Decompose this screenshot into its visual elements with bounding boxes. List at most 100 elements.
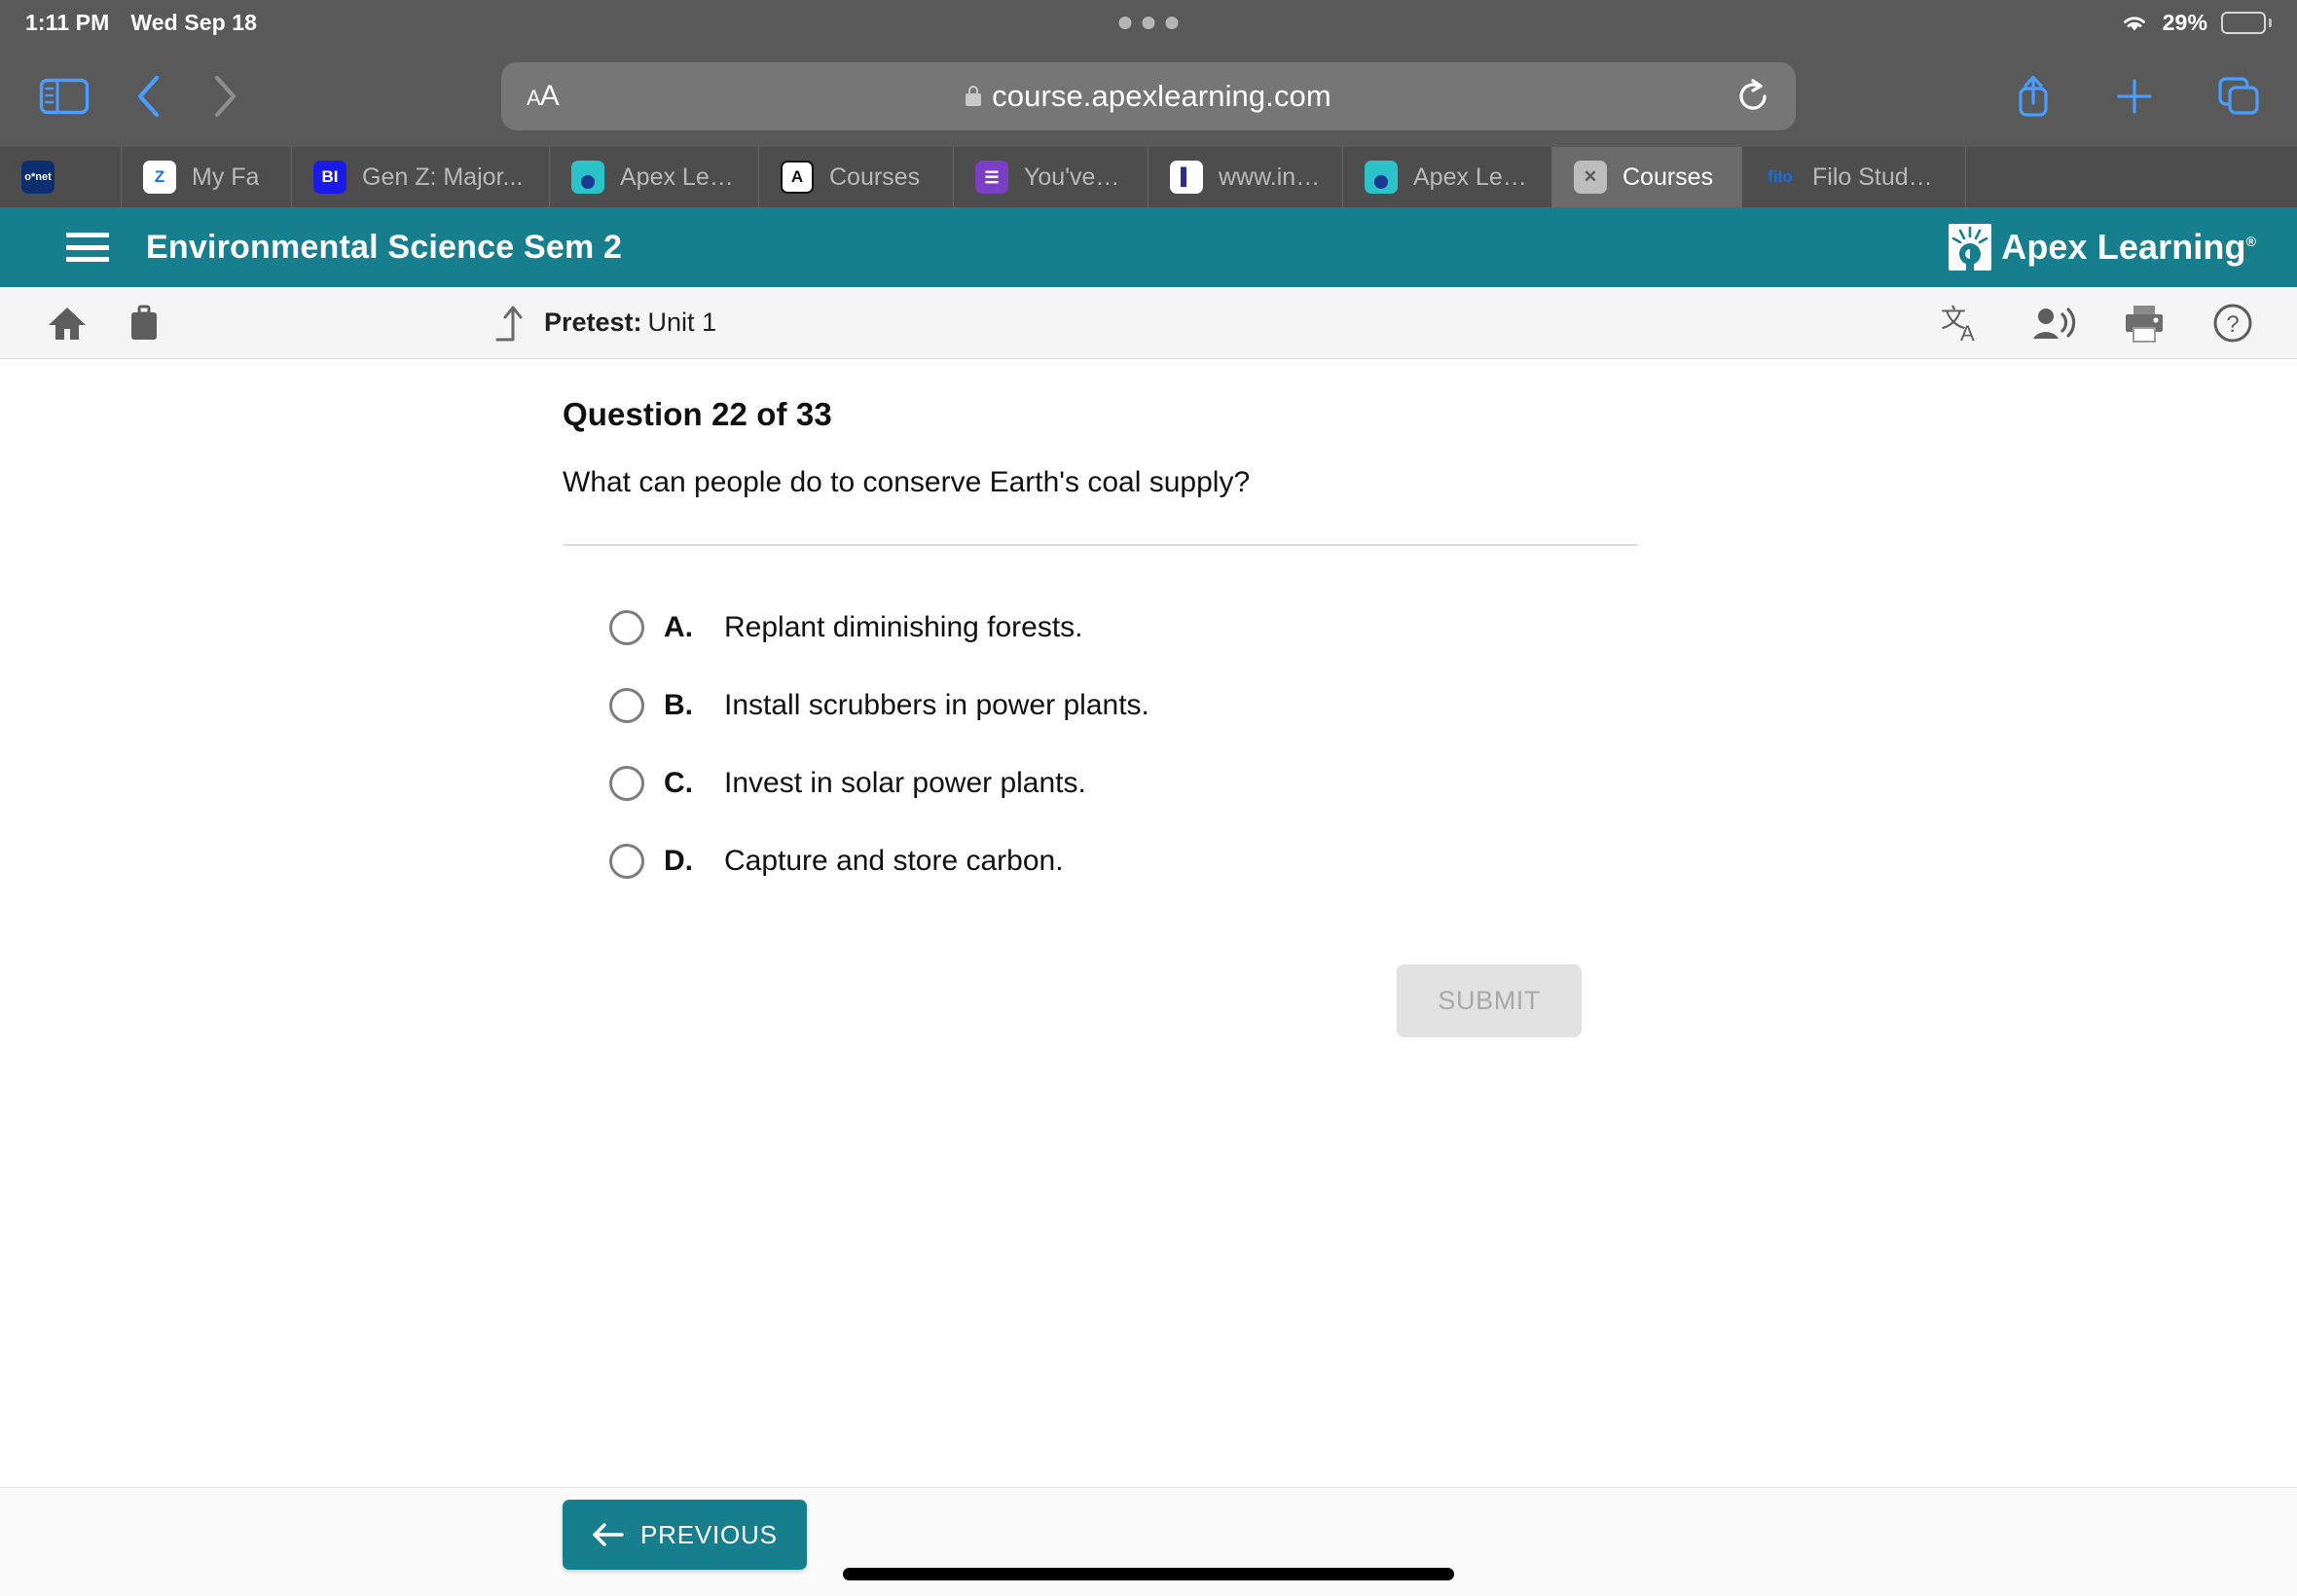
tab-bar: Z My Fa BI Gen Z: Major... Apex Learning… [0,147,2297,207]
lock-icon [966,86,982,106]
choice-text-a: Replant diminishing forests. [724,611,1083,643]
answer-choices-list: A. Replant diminishing forests. B. Insta… [563,589,1638,900]
bottom-navigation-bar: PREVIOUS [0,1487,2297,1596]
share-icon[interactable] [2013,71,2054,122]
close-x-favicon[interactable]: ✕ [1574,161,1607,194]
tab-item[interactable]: BI Gen Z: Major... [292,147,550,207]
brand-name-label: Apex Learning® [2001,227,2256,267]
ios-status-bar: 1:11 PM Wed Sep 18 29% [0,0,2297,45]
arrow-left-icon [592,1522,625,1547]
tab-item[interactable]: Z My Fa [122,147,292,207]
activity-toolbar: Pretest: Unit 1 文 A ? [0,287,2297,359]
multitasking-dots[interactable] [1118,16,1179,29]
home-icon[interactable] [47,305,88,342]
answer-choice-a[interactable]: A. Replant diminishing forests. [609,589,1638,667]
choice-key-a: A. [664,611,693,643]
answer-choice-b[interactable]: B. Install scrubbers in power plants. [609,667,1638,744]
safari-browser-chrome: AA course.apexlearning.com o*net Z My Fa… [0,45,2297,207]
choice-text-b: Install scrubbers in power plants. [724,689,1149,721]
businessinsider-favicon: BI [313,161,346,194]
level-up-arrow-icon[interactable] [492,303,527,344]
reader-text-size-icon[interactable]: AA [527,80,560,113]
activity-type-label: Pretest: [544,308,642,337]
onet-favicon [21,161,55,194]
tab-label: Apex Learning [1413,163,1530,191]
status-bar-date: Wed Sep 18 [130,9,258,35]
svg-text:?: ? [2226,311,2239,338]
tab-label: www.in.gov/... [1219,163,1321,191]
battery-icon [2221,11,2272,34]
radio-button-d[interactable] [609,844,644,879]
address-bar-url: course.apexlearning.com [992,78,1331,113]
sidebar-toggle-icon[interactable] [39,77,90,116]
toolbar-action-group [2013,71,2262,122]
submit-button[interactable]: SUBMIT [1397,964,1582,1037]
translate-icon[interactable]: 文 A [1941,302,1986,345]
toolbar-left-icons [0,304,164,343]
choice-key-b: B. [664,689,693,721]
briefcase-icon[interactable] [125,304,164,343]
trademark-symbol: ® [2245,234,2256,249]
status-bar-time: 1:11 PM [25,9,110,35]
radio-button-b[interactable] [609,688,644,723]
apex-a-favicon: A [781,161,814,194]
tab-label: Courses [1622,163,1714,191]
svg-text:A: A [1960,321,1975,345]
address-bar[interactable]: AA course.apexlearning.com [501,61,1796,130]
app-header: Environmental Science Sem 2 Apex Learnin… [0,207,2297,287]
list-favicon: ☰ [975,161,1008,194]
page-title: Environmental Science Sem 2 [146,228,623,266]
tab-item[interactable] [0,147,122,207]
tab-label: Gen Z: Major... [362,163,524,191]
previous-button-label: PREVIOUS [640,1519,778,1549]
tab-label: My Fa [192,163,260,191]
question-prompt: What can people do to conserve Earth's c… [563,466,1251,498]
submit-row: SUBMIT [563,964,1638,1037]
tab-item-active[interactable]: ✕ Courses [1552,147,1742,207]
help-circle-icon[interactable]: ? [2211,302,2254,345]
safari-toolbar: AA course.apexlearning.com [0,45,2297,147]
question-content-area: Question 22 of 33 What can people do to … [0,359,2297,1556]
choice-key-d: D. [664,845,693,877]
tab-label: You've alrea... [1024,163,1126,191]
apex-learning-logo: Apex Learning® [1949,224,2256,271]
plus-icon[interactable] [2114,76,2155,117]
tab-label: Filo Student:... [1812,163,1944,191]
question-block: Question 22 of 33 What can people do to … [563,396,1638,1037]
previous-button[interactable]: PREVIOUS [563,1500,807,1570]
wifi-icon [2120,12,2149,33]
indiana-favicon: ▌ [1170,161,1203,194]
radio-button-c[interactable] [609,766,644,801]
choice-text-c: Invest in solar power plants. [724,767,1086,799]
tab-item[interactable]: ☰ You've alrea... [954,147,1148,207]
toolbar-navigation-group [0,73,241,120]
battery-percent-label: 29% [2162,9,2207,35]
reload-icon[interactable] [1737,78,1770,115]
tab-item[interactable]: filo Filo Student:... [1742,147,1966,207]
answer-choice-c[interactable]: C. Invest in solar power plants. [609,744,1638,822]
tab-item[interactable]: Apex Learning [1343,147,1552,207]
tab-item[interactable]: Apex Learning [550,147,759,207]
tabs-overview-icon[interactable] [2215,74,2262,119]
apex-favicon [571,161,604,194]
question-heading: Question 22 of 33 [563,396,832,432]
chevron-left-icon[interactable] [132,73,165,120]
home-indicator[interactable] [843,1568,1454,1580]
apex-brain-icon [1949,224,1992,271]
activity-unit-label: Unit 1 [647,308,717,337]
choice-key-c: C. [664,767,693,799]
chevron-right-icon [208,73,241,120]
tab-item[interactable]: ▌ www.in.gov/... [1148,147,1343,207]
status-bar-left: 1:11 PM Wed Sep 18 [0,10,257,36]
tab-label: Apex Learning [620,163,737,191]
zillow-favicon: Z [143,161,176,194]
status-bar-right: 29% [2120,0,2272,45]
tab-item[interactable]: A Courses [759,147,954,207]
radio-button-a[interactable] [609,610,644,645]
hamburger-menu-icon[interactable] [66,233,109,262]
answer-choice-d[interactable]: D. Capture and store carbon. [609,822,1638,900]
breadcrumb-label: Pretest: Unit 1 [544,308,716,338]
breadcrumb: Pretest: Unit 1 [492,303,716,344]
print-icon[interactable] [2122,303,2167,344]
read-aloud-icon[interactable] [2030,304,2077,343]
